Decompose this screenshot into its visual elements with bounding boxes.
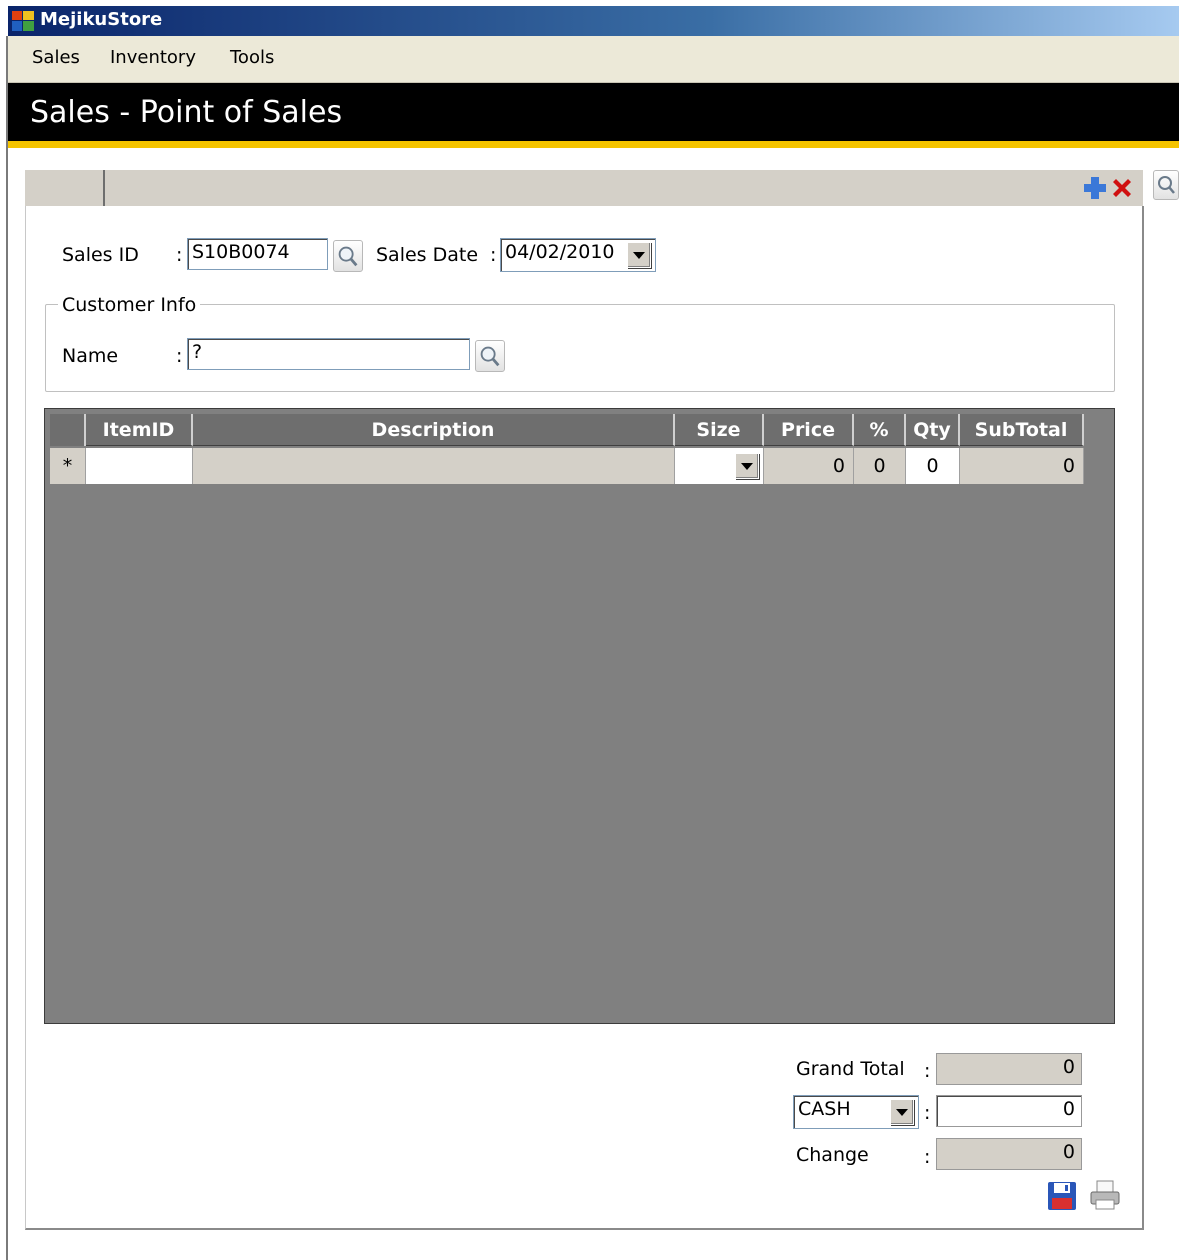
size-dropdown-button[interactable] <box>735 453 759 479</box>
window-title: MejikuStore <box>40 9 163 30</box>
column-header-size[interactable]: Size <box>675 414 764 446</box>
tab-main[interactable] <box>25 170 105 206</box>
colon: : <box>176 244 183 266</box>
menu-tools[interactable]: Tools <box>230 47 274 68</box>
cell-qty[interactable]: 0 <box>906 448 960 484</box>
colon: : <box>490 244 497 266</box>
colon: : <box>924 1146 931 1168</box>
customer-search-icon[interactable] <box>475 340 505 372</box>
menu-sales[interactable]: Sales <box>32 47 80 68</box>
change-label: Change <box>796 1144 869 1166</box>
row-header-new[interactable]: * <box>50 448 86 484</box>
colon: : <box>176 345 183 367</box>
grid-corner-header <box>50 414 86 446</box>
sales-date-value: 04/02/2010 <box>505 241 615 263</box>
colon: : <box>924 1102 931 1124</box>
payment-dropdown-button[interactable] <box>890 1099 914 1125</box>
column-header-itemid[interactable]: ItemID <box>86 414 193 446</box>
cell-discount: 0 <box>854 448 906 484</box>
column-header-qty[interactable]: Qty <box>906 414 960 446</box>
add-icon[interactable] <box>1082 175 1108 201</box>
chevron-down-icon <box>633 251 645 259</box>
app-icon <box>12 11 34 31</box>
grand-total-field: 0 <box>936 1053 1082 1085</box>
cell-size[interactable] <box>675 448 764 484</box>
column-header-discount[interactable]: % <box>854 414 906 446</box>
delete-icon[interactable] <box>1110 176 1134 200</box>
items-grid[interactable] <box>44 408 1115 1024</box>
colon: : <box>924 1060 931 1082</box>
tab-strip <box>25 170 1143 206</box>
sales-id-search-icon[interactable] <box>333 240 363 272</box>
title-bar: MejikuStore <box>8 6 1179 36</box>
change-field: 0 <box>936 1138 1082 1170</box>
print-icon[interactable] <box>1088 1178 1122 1212</box>
grand-total-label: Grand Total <box>796 1058 905 1080</box>
menu-inventory[interactable]: Inventory <box>110 47 196 68</box>
save-icon[interactable] <box>1046 1180 1078 1212</box>
chevron-down-icon <box>741 462 753 470</box>
sales-id-label: Sales ID <box>62 244 139 266</box>
page-header: Sales - Point of Sales <box>8 83 1179 141</box>
sales-date-label: Sales Date <box>376 244 479 266</box>
customer-info-legend: Customer Info <box>58 294 201 316</box>
payment-method-value: CASH <box>798 1098 851 1120</box>
sales-id-input[interactable]: S10B0074 <box>187 238 328 270</box>
window-left-border <box>6 36 8 1260</box>
cell-subtotal: 0 <box>960 448 1084 484</box>
customer-name-input[interactable]: ? <box>187 338 470 370</box>
column-header-subtotal[interactable]: SubTotal <box>960 414 1084 446</box>
chevron-down-icon <box>896 1108 908 1116</box>
column-header-description[interactable]: Description <box>193 414 675 446</box>
page-title: Sales - Point of Sales <box>30 95 343 130</box>
accent-line <box>8 141 1179 148</box>
payment-amount-input[interactable]: 0 <box>936 1095 1082 1127</box>
cell-price: 0 <box>764 448 854 484</box>
cell-description <box>193 448 675 484</box>
cell-itemid[interactable] <box>86 448 193 484</box>
date-dropdown-button[interactable] <box>627 242 651 268</box>
column-header-price[interactable]: Price <box>764 414 854 446</box>
search-icon[interactable] <box>1153 170 1179 200</box>
name-label: Name <box>62 345 119 367</box>
menu-bar: Sales Inventory Tools <box>8 36 1179 83</box>
